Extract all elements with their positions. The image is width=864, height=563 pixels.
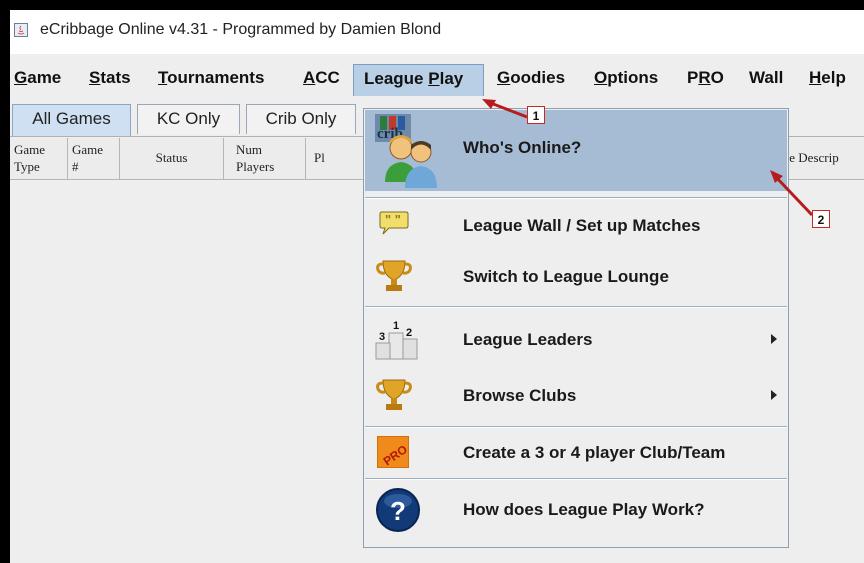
tab-crib-only[interactable]: Crib Only	[246, 104, 356, 134]
players-online-icon: crib	[371, 112, 449, 195]
app-window: eCribbage Online v4.31 - Programmed by D…	[10, 10, 864, 563]
menu-help[interactable]: Help	[807, 64, 848, 96]
column-players[interactable]: Pl	[306, 138, 366, 179]
menu-tournaments[interactable]: Tournaments	[156, 64, 266, 96]
menu-separator	[365, 197, 787, 199]
menu-stats[interactable]: Stats	[87, 64, 133, 96]
svg-text:1: 1	[393, 320, 399, 332]
submenu-arrow-icon	[771, 390, 777, 400]
menu-bar: Game Stats Tournaments ACC League Play G…	[10, 64, 864, 96]
speech-bubble-icon: " "	[379, 210, 409, 241]
menu-item-league-lounge[interactable]: Switch to League Lounge	[365, 252, 787, 300]
menu-goodies[interactable]: Goodies	[495, 64, 567, 96]
trophy-icon	[375, 377, 413, 418]
menu-game[interactable]: Game	[12, 64, 63, 96]
menu-item-label: How does League Play Work?	[463, 500, 705, 519]
menu-separator	[365, 426, 787, 428]
svg-text:2: 2	[406, 327, 412, 339]
menu-item-label: Switch to League Lounge	[463, 267, 669, 286]
window-title: eCribbage Online v4.31 - Programmed by D…	[40, 21, 442, 38]
menu-wall[interactable]: Wall	[747, 64, 785, 96]
tab-kc-only[interactable]: KC Only	[137, 104, 240, 134]
menu-options[interactable]: Options	[592, 64, 660, 96]
league-play-dropdown: crib Who's Online? " " League Wall / Set…	[363, 108, 789, 548]
java-app-icon	[14, 23, 28, 37]
menu-separator	[365, 306, 787, 308]
menu-pro[interactable]: PRO	[685, 64, 726, 96]
annotation-callout-1: 1	[527, 106, 545, 124]
menu-item-league-leaders[interactable]: 1 2 3 League Leaders	[365, 313, 787, 365]
column-num-players[interactable]: Num Players	[224, 138, 306, 179]
menu-item-label: Create a 3 or 4 player Club/Team	[463, 443, 726, 462]
menu-item-whos-online[interactable]: crib Who's Online?	[365, 110, 787, 191]
menu-item-label: League Leaders	[463, 330, 593, 349]
menu-item-browse-clubs[interactable]: Browse Clubs	[365, 369, 787, 421]
menu-item-label: Who's Online?	[463, 138, 582, 157]
menu-item-how-league-works[interactable]: ? How does League Play Work?	[365, 483, 787, 539]
svg-text:" ": " "	[385, 212, 401, 227]
svg-text:?: ?	[390, 496, 406, 526]
menu-item-create-club[interactable]: PRO Create a 3 or 4 player Club/Team	[365, 431, 787, 475]
menu-item-label: League Wall / Set up Matches	[463, 216, 701, 235]
svg-text:3: 3	[379, 331, 385, 343]
title-bar: eCribbage Online v4.31 - Programmed by D…	[10, 10, 864, 54]
menu-item-label: Browse Clubs	[463, 386, 577, 405]
menu-acc[interactable]: ACC	[301, 64, 342, 96]
menu-item-league-wall[interactable]: " " League Wall / Set up Matches	[365, 204, 787, 248]
pro-badge-icon: PRO	[376, 435, 410, 473]
menu-league-play[interactable]: League Play	[353, 64, 484, 96]
submenu-arrow-icon	[771, 334, 777, 344]
podium-icon: 1 2 3	[375, 317, 419, 366]
tab-all-games[interactable]: All Games	[12, 104, 131, 137]
trophy-icon	[375, 258, 413, 299]
column-status[interactable]: Status	[120, 138, 224, 179]
help-question-icon: ?	[375, 487, 421, 538]
menu-separator	[365, 478, 787, 480]
annotation-callout-2: 2	[812, 210, 830, 228]
column-game-type[interactable]: Game Type	[10, 138, 68, 179]
column-game-number[interactable]: Game #	[68, 138, 120, 179]
